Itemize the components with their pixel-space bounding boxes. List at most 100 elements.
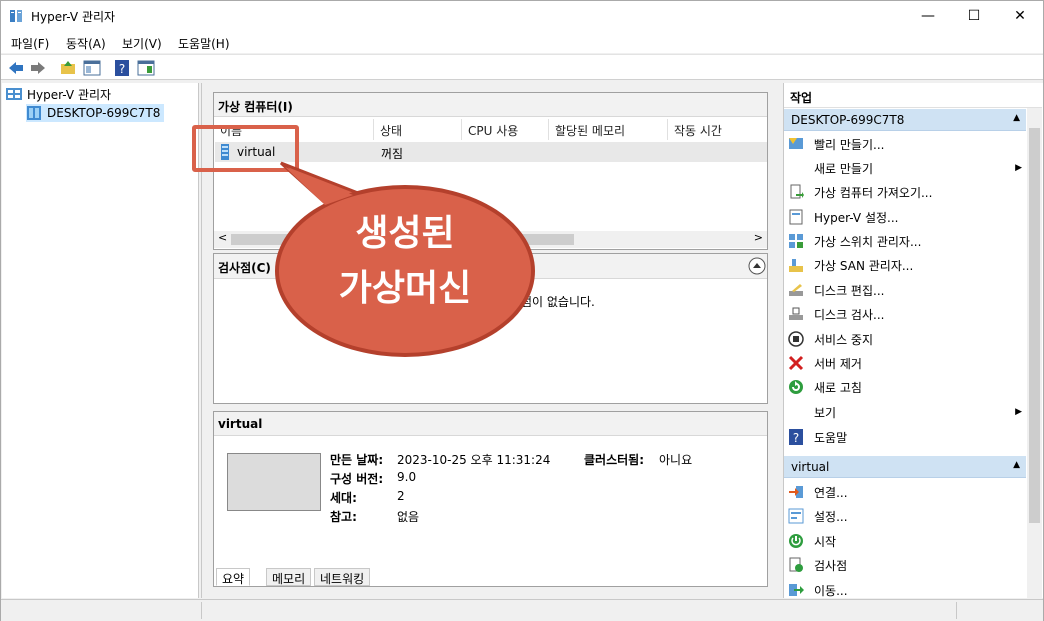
- menu-help[interactable]: 도움말(H): [178, 35, 230, 52]
- action-connect[interactable]: 연결...: [788, 480, 1024, 504]
- cluster-value: 아니요: [659, 453, 693, 467]
- menu-action[interactable]: 동작(A): [66, 35, 106, 52]
- action-label: 연결...: [814, 485, 848, 500]
- actions-vm-section[interactable]: virtual ▲: [784, 456, 1026, 478]
- collapse-triangle-icon[interactable]: ▲: [1013, 113, 1020, 123]
- scroll-right-icon[interactable]: >: [754, 231, 763, 244]
- action-label: 가상 스위치 관리자...: [814, 234, 922, 249]
- action-label: 검사점: [814, 558, 848, 573]
- status-divider: [956, 602, 957, 619]
- action-label: 디스크 검사...: [814, 307, 885, 322]
- inspect-disk-icon: [789, 307, 803, 320]
- col-cpu[interactable]: CPU 사용: [462, 119, 549, 140]
- actions-host-section[interactable]: DESKTOP-699C7T8 ▲: [784, 109, 1026, 131]
- action-label: 시작: [814, 534, 837, 549]
- maximize-button[interactable]: ☐: [951, 1, 997, 31]
- action-vm-settings[interactable]: 설정...: [788, 504, 1024, 528]
- col-memory[interactable]: 할당된 메모리: [549, 119, 668, 140]
- action-virtual-switch-manager[interactable]: 가상 스위치 관리자...: [788, 229, 1024, 253]
- action-label: 서버 제거: [814, 356, 862, 371]
- svg-text:?: ?: [119, 62, 125, 76]
- action-import-vm[interactable]: 가상 컴퓨터 가져오기...: [788, 180, 1024, 204]
- version-label: 구성 버전:: [330, 472, 384, 486]
- action-new[interactable]: 새로 만들기 ▶: [788, 156, 1024, 180]
- action-label: 보기: [814, 405, 837, 420]
- status-divider: [201, 602, 202, 619]
- action-virtual-san-manager[interactable]: 가상 SAN 관리자...: [788, 253, 1024, 277]
- version-value: 9.0: [397, 470, 417, 484]
- menu-view[interactable]: 보기(V): [122, 35, 162, 52]
- actions-header: 작업: [784, 83, 1042, 108]
- minimize-button[interactable]: —: [905, 1, 951, 31]
- details-panel: virtual 만든 날짜: 2023-10-25 오후 11:31:24 구성…: [213, 411, 768, 587]
- action-label: 설정...: [814, 509, 848, 524]
- actions-pane: 작업 DESKTOP-699C7T8 ▲ 빨리 만들기... 새로 만들기 ▶ 가…: [783, 83, 1043, 598]
- generation-value: 2: [397, 489, 405, 503]
- action-view[interactable]: 보기 ▶: [788, 400, 1024, 424]
- action-label: 가상 컴퓨터 가져오기...: [814, 185, 933, 200]
- tree-root-label: Hyper-V 관리자: [27, 87, 112, 102]
- forward-arrow-icon[interactable]: [29, 59, 47, 77]
- back-arrow-icon[interactable]: [7, 59, 25, 77]
- tab-summary[interactable]: 요약: [216, 568, 251, 586]
- show-action-pane-icon[interactable]: [137, 59, 155, 77]
- toolbar: ?: [1, 54, 1043, 80]
- vm-section-label: virtual: [791, 460, 830, 474]
- created-label: 만든 날짜:: [330, 453, 384, 467]
- checkpoint-icon: [789, 557, 803, 572]
- action-edit-disk[interactable]: 디스크 편집...: [788, 278, 1024, 302]
- cluster-label: 클러스터됨:: [584, 453, 644, 467]
- col-state[interactable]: 상태: [374, 119, 462, 140]
- action-checkpoint[interactable]: 검사점: [788, 553, 1024, 577]
- action-label: 가상 SAN 관리자...: [814, 258, 914, 273]
- settings-page-icon: [789, 209, 803, 225]
- vscroll-thumb[interactable]: [1029, 128, 1040, 523]
- action-help[interactable]: ? 도움말: [788, 425, 1024, 449]
- action-refresh[interactable]: 새로 고침: [788, 375, 1024, 399]
- callout-text: 생성된 가상머신: [305, 206, 505, 316]
- action-label: 도움말: [814, 430, 848, 445]
- actions-vscrollbar[interactable]: [1027, 108, 1042, 598]
- up-folder-icon[interactable]: [59, 59, 77, 77]
- power-start-icon: [789, 534, 803, 548]
- hyperv-manager-window: Hyper-V 관리자 — ☐ ✕ 파일(F) 동작(A) 보기(V) 도움말(…: [0, 0, 1044, 621]
- tree-host-item[interactable]: DESKTOP-699C7T8: [26, 104, 165, 122]
- notes-label: 참고:: [330, 510, 357, 524]
- callout-line-2: 가상머신: [338, 268, 472, 309]
- vm-settings-icon: [788, 508, 804, 524]
- blank-icon: [788, 404, 804, 420]
- connect-icon: [789, 486, 803, 498]
- remove-x-icon: [788, 355, 804, 371]
- title-bar: Hyper-V 관리자 — ☐ ✕: [1, 1, 1043, 31]
- menu-bar: 파일(F) 동작(A) 보기(V) 도움말(H): [1, 31, 1043, 53]
- svg-text:?: ?: [793, 431, 799, 445]
- action-start[interactable]: 시작: [788, 529, 1024, 553]
- submenu-arrow-icon: ▶: [1015, 407, 1022, 417]
- action-remove-server[interactable]: 서버 제거: [788, 351, 1024, 375]
- hyperv-manager-icon: [6, 88, 22, 100]
- action-quick-create[interactable]: 빨리 만들기...: [788, 132, 1024, 156]
- show-hide-console-icon[interactable]: [83, 59, 101, 77]
- action-hyperv-settings[interactable]: Hyper-V 설정...: [788, 205, 1024, 229]
- move-icon: [789, 584, 804, 596]
- tab-networking[interactable]: 네트워킹: [314, 568, 371, 586]
- menu-file[interactable]: 파일(F): [11, 35, 49, 52]
- collapse-triangle-icon[interactable]: ▲: [1013, 460, 1020, 470]
- tab-memory[interactable]: 메모리: [266, 568, 312, 586]
- tree-root-hyperv-manager[interactable]: Hyper-V 관리자: [6, 85, 111, 103]
- tree-host-label: DESKTOP-699C7T8: [47, 106, 161, 120]
- close-button[interactable]: ✕: [997, 1, 1043, 31]
- server-icon: [27, 106, 41, 120]
- virtual-switch-icon: [789, 234, 803, 248]
- quick-create-icon: [789, 138, 803, 149]
- action-label: 이동...: [814, 583, 848, 598]
- vm-thumbnail: [227, 453, 321, 511]
- col-uptime[interactable]: 작동 시간: [668, 119, 767, 140]
- action-label: 디스크 편집...: [814, 283, 885, 298]
- scroll-left-icon[interactable]: <: [218, 231, 227, 244]
- help-icon[interactable]: ?: [113, 59, 131, 77]
- action-inspect-disk[interactable]: 디스크 검사...: [788, 302, 1024, 326]
- collapse-up-icon[interactable]: [748, 257, 766, 275]
- navigation-tree: Hyper-V 관리자 DESKTOP-699C7T8: [2, 83, 199, 598]
- action-stop-service[interactable]: 서비스 중지: [788, 327, 1024, 351]
